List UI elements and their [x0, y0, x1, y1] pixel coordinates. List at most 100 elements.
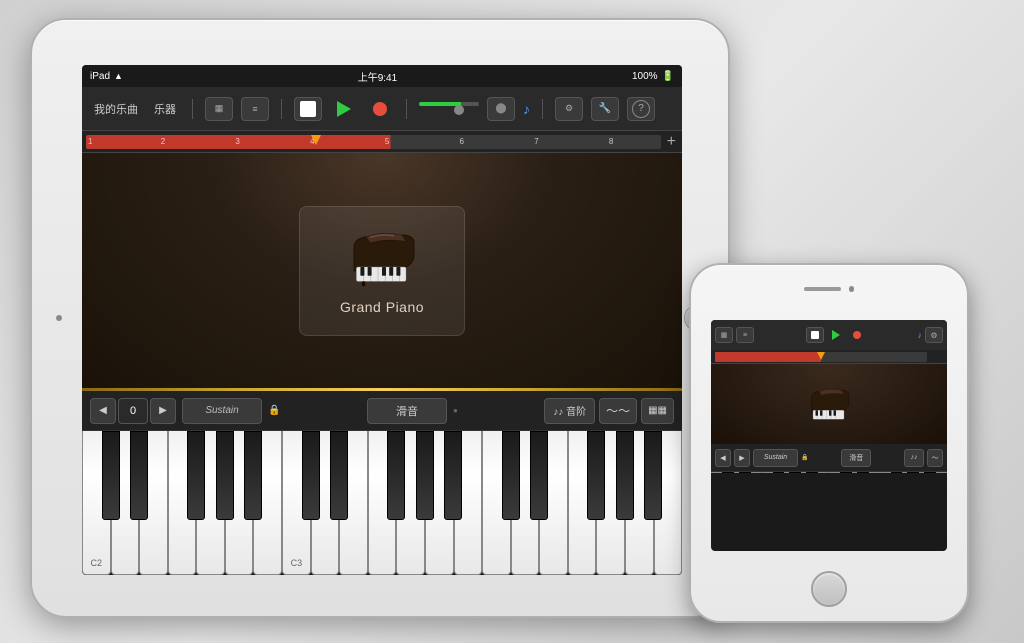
ruler-mark-3: 3 [235, 137, 239, 146]
scene: iPad ▲ 上午9:41 100% 🔋 我的乐曲 乐器 ▦ [0, 0, 1024, 643]
stop-button[interactable] [294, 97, 322, 121]
iphone-black-fs4[interactable] [891, 472, 903, 473]
iphone-black-as4[interactable] [924, 472, 936, 473]
iphone-chord-icon: ～ [932, 453, 939, 463]
ipad-label: iPad [90, 71, 110, 82]
list-icon: ≡ [252, 104, 257, 114]
tracks-view-button[interactable]: ▦ [205, 97, 233, 121]
play-button[interactable] [330, 97, 358, 121]
black-key-fs3[interactable] [387, 431, 405, 520]
black-key-gs2[interactable] [216, 431, 234, 520]
ipad-piano-keyboard[interactable]: C2 C3 [82, 431, 682, 575]
black-key-cs3[interactable] [302, 431, 320, 520]
battery-label: 100% [632, 71, 658, 82]
black-key-ds2[interactable] [130, 431, 148, 520]
arpeggio-button[interactable]: ～～ [599, 398, 637, 424]
instruments-button[interactable]: 乐器 [150, 99, 180, 119]
black-key-as4[interactable] [644, 431, 662, 520]
black-key-gs4[interactable] [616, 431, 634, 520]
black-key-ds3[interactable] [330, 431, 348, 520]
iphone-note-icon: ♪ [918, 330, 923, 340]
iphone-black-cs4[interactable] [840, 472, 852, 473]
iphone-tracks-button[interactable]: ▦ [715, 327, 733, 343]
iphone-settings-icon: ⚙ [930, 331, 937, 340]
iphone-black-ds3[interactable] [739, 472, 751, 473]
octave-down-button[interactable]: ◀ [90, 398, 116, 424]
help-button[interactable]: ? [627, 97, 655, 121]
iphone-stop-button[interactable] [806, 327, 824, 343]
loop-button[interactable]: ⬤ [487, 97, 515, 121]
iphone-black-fs3[interactable] [773, 472, 785, 473]
ruler-mark-5: 5 [385, 137, 389, 146]
iphone-ruler-bar [715, 352, 927, 362]
lock-icon: 🔒 [268, 405, 280, 416]
volume-slider[interactable] [419, 102, 479, 106]
ruler-mark-7: 7 [534, 137, 538, 146]
ipad-controls-bar: ◀ 0 ▶ Sustain 🔒 滑音 ● [82, 391, 682, 431]
iphone-record-button[interactable] [848, 327, 866, 343]
volume-knob [454, 105, 464, 115]
iphone-home-button[interactable] [811, 571, 847, 607]
key-label-c2: C2 [91, 558, 103, 568]
iphone-octave-up[interactable]: ▶ [734, 449, 750, 467]
iphone-black-cs3[interactable] [722, 472, 734, 473]
ruler-add-button[interactable]: + [661, 133, 682, 151]
iphone-ruler[interactable] [711, 350, 947, 364]
tracks-icon: ▦ [215, 103, 224, 114]
black-key-ds4[interactable] [530, 431, 548, 520]
right-controls: ♪♪ 音阶 ～～ ▦▦ [544, 398, 674, 424]
my-music-button[interactable]: 我的乐曲 [90, 99, 142, 119]
ipad-screen: iPad ▲ 上午9:41 100% 🔋 我的乐曲 乐器 ▦ [82, 65, 682, 575]
glide-button[interactable]: 滑音 [367, 398, 447, 424]
black-key-fs2[interactable] [187, 431, 205, 520]
ipad-instrument-area[interactable]: Grand Piano [82, 153, 682, 388]
toolbar-divider-1 [192, 99, 193, 119]
key-label-c3: C3 [291, 558, 303, 568]
iphone-octave-down[interactable]: ◀ [715, 449, 731, 467]
list-view-button[interactable]: ≡ [241, 97, 269, 121]
scale-button[interactable]: ♪♪ 音阶 [544, 398, 595, 424]
grand-piano-icon [342, 227, 422, 287]
iphone-toolbar: ▦ ≡ ♪ ⚙ [711, 320, 947, 350]
mixer-button[interactable]: ⚙ [555, 97, 583, 121]
black-key-gs3[interactable] [416, 431, 434, 520]
octave-control: ◀ 0 ▶ [90, 398, 176, 424]
iphone-instrument-area[interactable] [711, 364, 947, 444]
ipad-ruler[interactable]: 1 2 3 4 5 6 7 8 + [82, 131, 682, 153]
iphone-lock-icon: 🔒 [801, 454, 808, 461]
record-button[interactable] [366, 97, 394, 121]
chord-button[interactable]: ▦▦ [641, 398, 674, 424]
black-key-cs2[interactable] [102, 431, 120, 520]
iphone-chord-button[interactable]: ～ [927, 449, 943, 467]
iphone-list-button[interactable]: ≡ [736, 327, 754, 343]
iphone-settings-button[interactable]: ⚙ [925, 327, 943, 343]
ipad-device: iPad ▲ 上午9:41 100% 🔋 我的乐曲 乐器 ▦ [30, 18, 730, 618]
instrument-card[interactable]: Grand Piano [299, 206, 465, 336]
ruler-track: 1 2 3 4 5 6 7 8 [86, 135, 661, 149]
iphone-stop-icon [811, 331, 819, 339]
octave-up-button[interactable]: ▶ [150, 398, 176, 424]
black-key-as2[interactable] [244, 431, 262, 520]
instrument-name: Grand Piano [340, 299, 424, 315]
iphone-sustain-button[interactable]: Sustain [753, 449, 798, 467]
wifi-icon: ▲ [114, 71, 123, 81]
ipad-toolbar: 我的乐曲 乐器 ▦ ≡ [82, 87, 682, 131]
iphone-glide-button[interactable]: 滑音 [841, 449, 871, 467]
black-key-cs4[interactable] [502, 431, 520, 520]
iphone-piano-keyboard[interactable]: C3 C4 [711, 472, 947, 473]
ruler-mark-2: 2 [161, 137, 165, 146]
iphone-black-gs3[interactable] [789, 472, 801, 473]
sustain-button[interactable]: Sustain [182, 398, 262, 424]
ipad-camera [56, 315, 62, 321]
iphone-scale-button[interactable]: ♪♪ [904, 449, 924, 467]
iphone-black-as3[interactable] [806, 472, 818, 473]
iphone-black-ds4[interactable] [857, 472, 869, 473]
iphone-play-button[interactable] [827, 327, 845, 343]
black-key-fs4[interactable] [587, 431, 605, 520]
iphone-black-gs4[interactable] [907, 472, 919, 473]
wrench-icon: 🔧 [599, 103, 611, 114]
iphone-side-button[interactable] [967, 355, 970, 385]
black-key-as3[interactable] [444, 431, 462, 520]
wrench-button[interactable]: 🔧 [591, 97, 619, 121]
iphone-device: ▦ ≡ ♪ ⚙ [689, 263, 969, 623]
